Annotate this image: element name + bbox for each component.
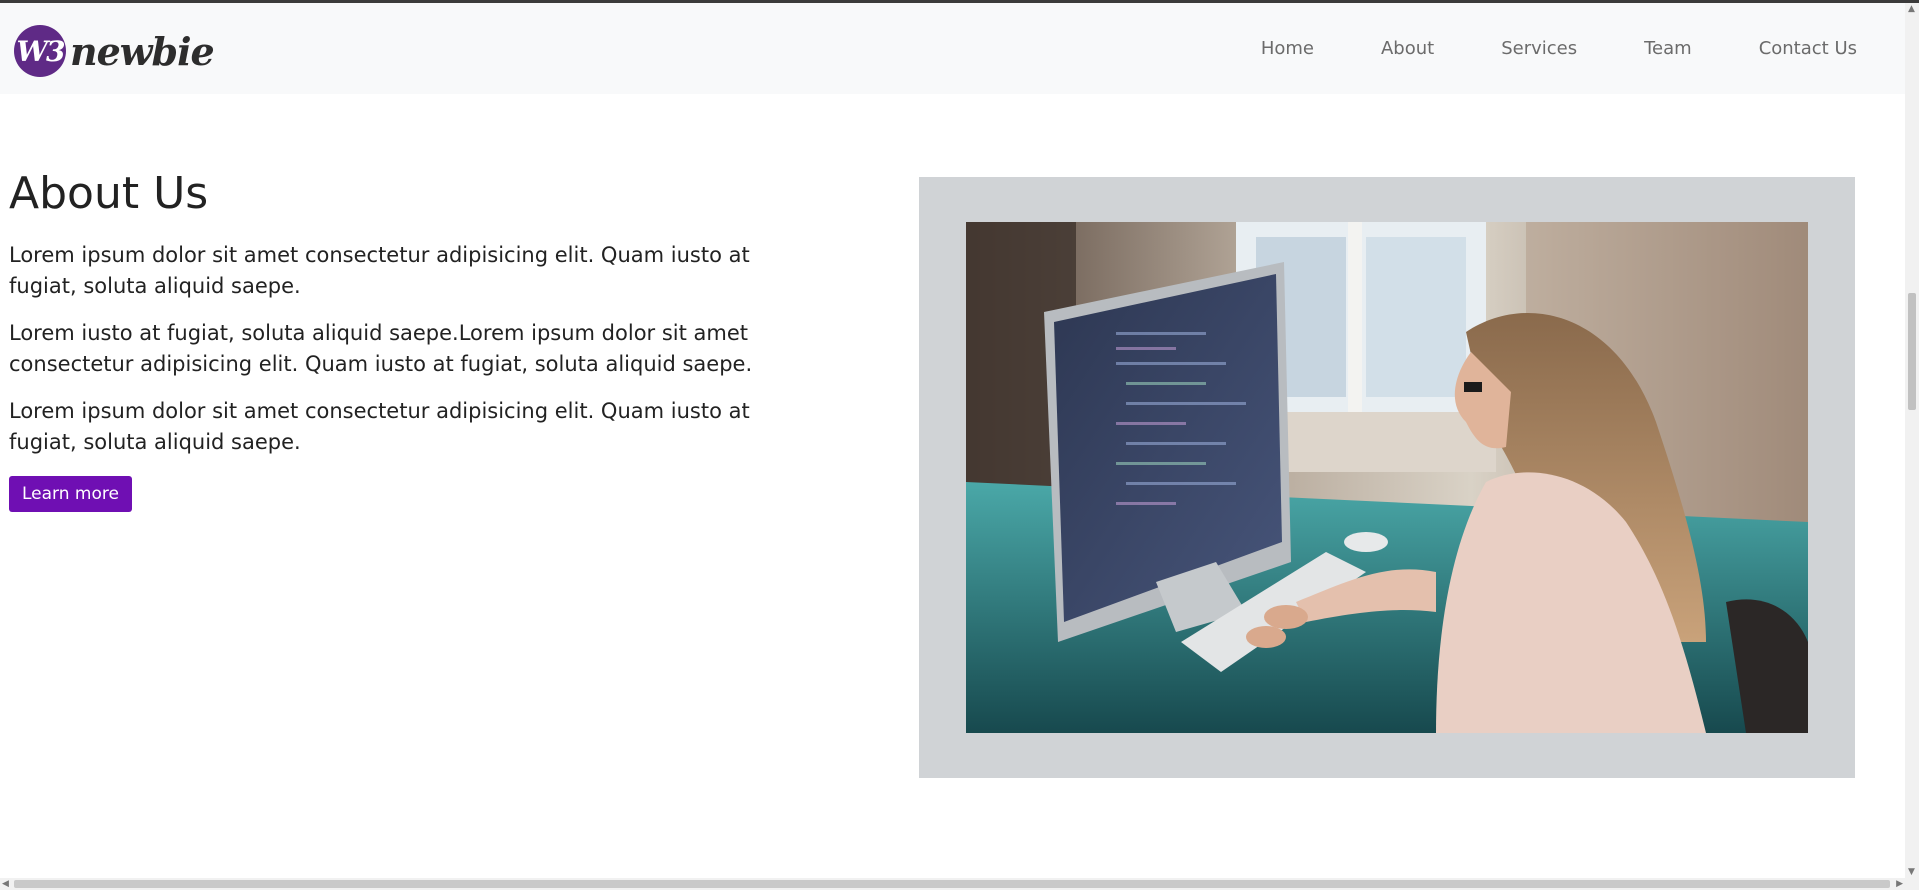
scroll-down-arrow-icon[interactable]: ▼ [1908, 867, 1915, 877]
nav-services[interactable]: Services [1501, 38, 1577, 59]
image-frame [919, 177, 1855, 778]
vertical-scrollbar[interactable]: ▲ ▼ [1905, 3, 1919, 878]
about-title: About Us [9, 168, 209, 219]
logo-mark-text: W3 [16, 34, 66, 68]
nav-team[interactable]: Team [1644, 38, 1692, 59]
learn-more-button[interactable]: Learn more [9, 476, 132, 513]
horizontal-scrollbar[interactable]: ◀ ▶ [0, 878, 1919, 890]
scroll-up-arrow-icon[interactable]: ▲ [1908, 4, 1915, 14]
nav-home[interactable]: Home [1261, 38, 1314, 59]
woman-coding-photo [966, 222, 1808, 733]
site-logo[interactable]: W3 newbie [14, 23, 215, 79]
horizontal-scrollbar-thumb[interactable] [14, 880, 1890, 888]
page: W3 newbie Home About Services Team Conta… [0, 0, 1919, 890]
nav-about[interactable]: About [1381, 38, 1434, 59]
scroll-right-arrow-icon[interactable]: ▶ [1896, 879, 1903, 889]
about-paragraph-2: Lorem iusto at fugiat, soluta aliquid sa… [9, 321, 753, 377]
logo-wordmark: newbie [70, 28, 215, 74]
photo-illustration [966, 222, 1808, 733]
scroll-left-arrow-icon[interactable]: ◀ [2, 879, 9, 889]
about-paragraph-1: Lorem ipsum dolor sit amet consectetur a… [9, 243, 750, 299]
nav-contact-us[interactable]: Contact Us [1759, 38, 1857, 59]
about-section: About Us Lorem ipsum dolor sit amet cons… [9, 168, 769, 513]
about-paragraph-3: Lorem ipsum dolor sit amet consectetur a… [9, 399, 750, 455]
main-nav: Home About Services Team Contact Us [1261, 3, 1857, 94]
logo-mark-icon: W3 [14, 25, 66, 77]
navbar: W3 newbie Home About Services Team Conta… [0, 3, 1905, 94]
vertical-scrollbar-thumb[interactable] [1908, 293, 1916, 410]
